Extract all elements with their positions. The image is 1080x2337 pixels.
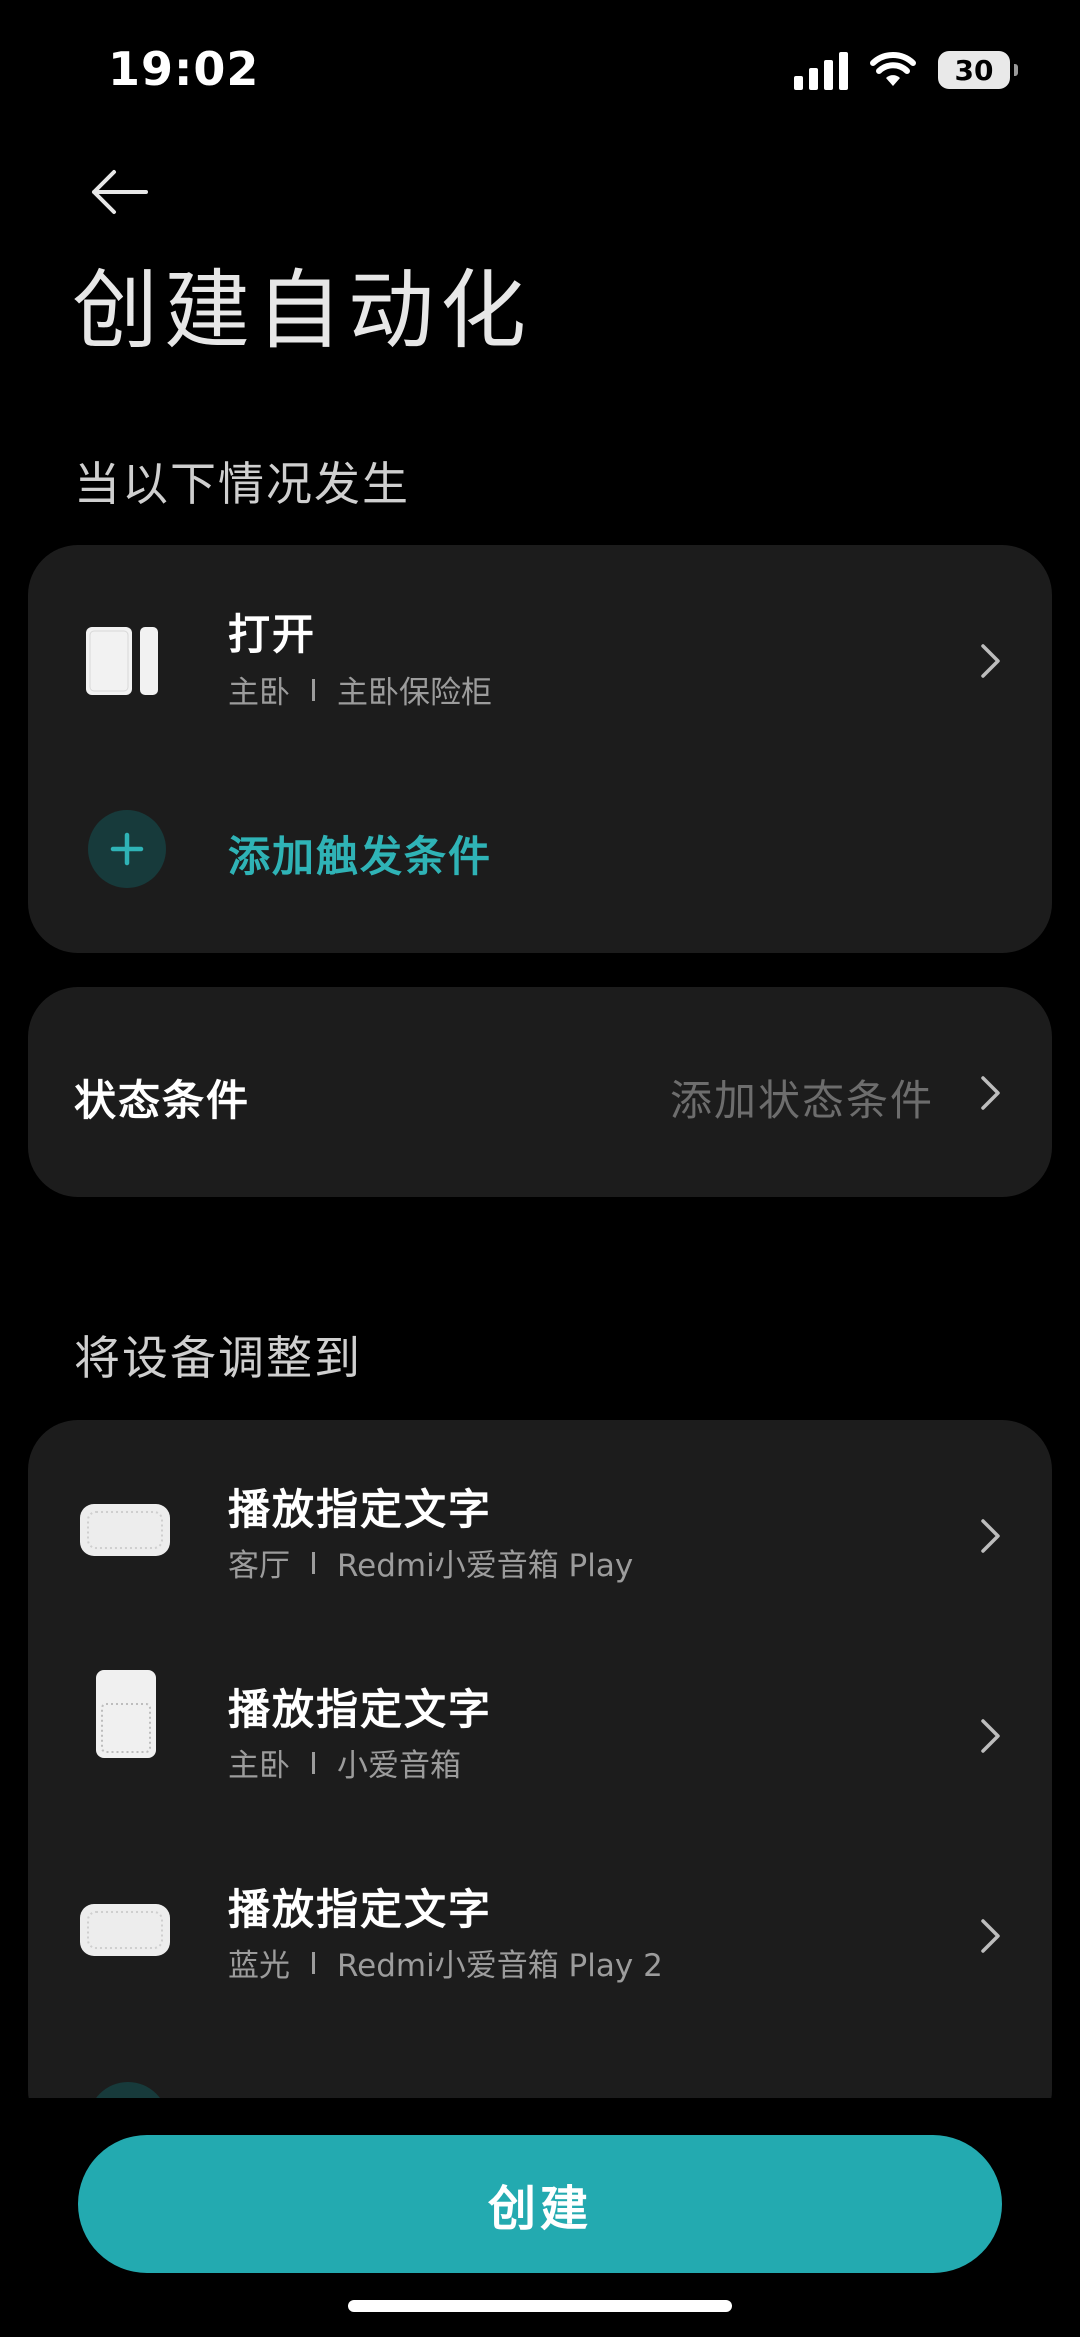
status-bar: 19:02 30 bbox=[0, 0, 1080, 140]
door-sensor-icon bbox=[86, 627, 158, 695]
trigger-item[interactable]: 打开 主卧 主卧保险柜 bbox=[28, 545, 1052, 775]
speaker-tower-icon bbox=[96, 1670, 156, 1758]
action-title: 播放指定文字 bbox=[228, 1485, 493, 1534]
wifi-icon bbox=[870, 52, 916, 86]
add-trigger-label: 添加触发条件 bbox=[228, 832, 493, 881]
home-indicator bbox=[348, 2300, 732, 2312]
add-state-condition-label: 添加状态条件 bbox=[669, 1076, 934, 1125]
action-item[interactable]: 播放指定文字 客厅 Redmi小爱音箱 Play bbox=[28, 1420, 1052, 1620]
action-card: 播放指定文字 客厅 Redmi小爱音箱 Play 播放指定文字 主卧 小爱音箱 bbox=[28, 1420, 1052, 2140]
action-title: 播放指定文字 bbox=[228, 1885, 493, 1934]
status-time: 19:02 bbox=[108, 42, 260, 96]
trigger-room: 主卧 bbox=[228, 675, 290, 711]
state-condition-card[interactable]: 状态条件 添加状态条件 bbox=[28, 987, 1052, 1197]
back-arrow-icon[interactable] bbox=[84, 160, 154, 230]
chevron-right-icon bbox=[981, 1076, 1000, 1110]
separator bbox=[312, 1951, 315, 1974]
trigger-subtitle: 主卧 主卧保险柜 bbox=[228, 667, 492, 712]
action-subtitle: 客厅 Redmi小爱音箱 Play bbox=[228, 1540, 633, 1585]
action-section-label: 将设备调整到 bbox=[74, 1331, 362, 1385]
action-device: 小爱音箱 bbox=[337, 1748, 461, 1784]
trigger-device: 主卧保险柜 bbox=[337, 675, 492, 711]
trigger-card: 打开 主卧 主卧保险柜 添加触发条件 bbox=[28, 545, 1052, 953]
separator bbox=[312, 678, 315, 701]
chevron-right-icon bbox=[981, 1719, 1000, 1753]
action-device: Redmi小爱音箱 Play bbox=[337, 1548, 634, 1584]
action-device: Redmi小爱音箱 Play 2 bbox=[337, 1948, 663, 1984]
action-title: 播放指定文字 bbox=[228, 1685, 493, 1734]
action-room: 蓝光 bbox=[228, 1948, 290, 1984]
state-condition-title: 状态条件 bbox=[74, 1076, 251, 1125]
battery-icon: 30 bbox=[938, 51, 1018, 89]
page-title: 创建自动化 bbox=[72, 261, 532, 361]
trigger-title: 打开 bbox=[228, 610, 317, 659]
create-button[interactable]: 创建 bbox=[78, 2135, 1002, 2273]
status-icons: 30 bbox=[794, 50, 1018, 90]
action-item[interactable]: 播放指定文字 蓝光 Redmi小爱音箱 Play 2 bbox=[28, 1820, 1052, 2020]
chevron-right-icon bbox=[981, 1919, 1000, 1953]
speaker-play-icon bbox=[80, 1504, 170, 1556]
chevron-right-icon bbox=[981, 1519, 1000, 1553]
plus-icon bbox=[110, 832, 144, 866]
trigger-section-label: 当以下情况发生 bbox=[74, 457, 410, 511]
action-room: 客厅 bbox=[228, 1548, 290, 1584]
add-trigger-row[interactable]: 添加触发条件 bbox=[28, 775, 1052, 953]
add-trigger-button[interactable] bbox=[88, 810, 166, 888]
separator bbox=[312, 1751, 315, 1774]
speaker-play-icon bbox=[80, 1904, 170, 1956]
action-item[interactable]: 播放指定文字 主卧 小爱音箱 bbox=[28, 1620, 1052, 1820]
separator bbox=[312, 1551, 315, 1574]
action-subtitle: 蓝光 Redmi小爱音箱 Play 2 bbox=[228, 1940, 663, 1985]
action-subtitle: 主卧 小爱音箱 bbox=[228, 1740, 461, 1785]
chevron-right-icon bbox=[981, 644, 1000, 678]
action-room: 主卧 bbox=[228, 1748, 290, 1784]
cellular-signal-icon bbox=[794, 50, 848, 90]
